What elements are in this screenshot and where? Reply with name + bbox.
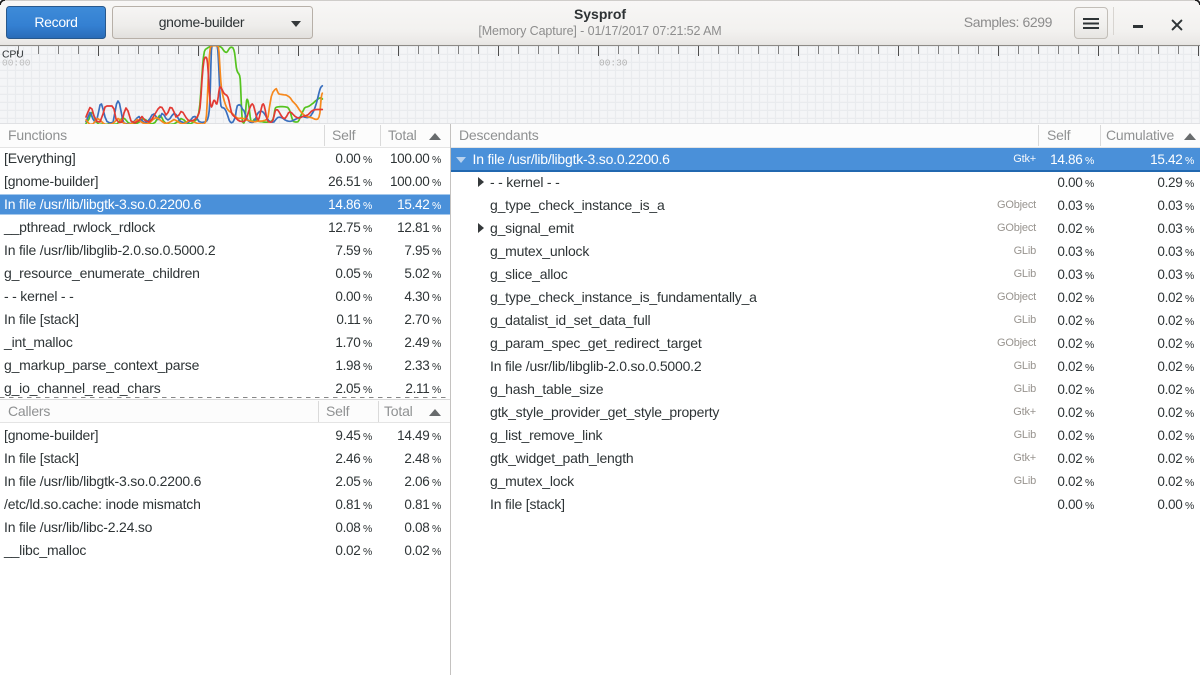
svg-text:00:00: 00:00	[2, 58, 31, 69]
svg-text:00:30: 00:30	[599, 58, 628, 69]
